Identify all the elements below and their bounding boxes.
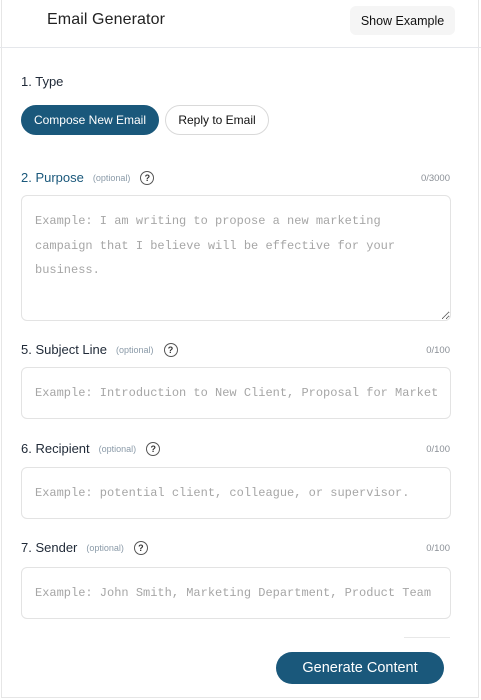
recipient-char-counter: 0/100 [426, 444, 450, 455]
subject-line-help-icon[interactable]: ? [163, 342, 178, 357]
purpose-textarea[interactable] [21, 195, 451, 321]
panel-title: Email Generator [47, 11, 165, 28]
sender-input[interactable] [21, 567, 451, 619]
purpose-label-text: 2. Purpose [21, 170, 84, 185]
show-example-button[interactable]: Show Example [350, 6, 455, 35]
purpose-help-icon[interactable]: ? [140, 170, 155, 185]
recipient-optional-tag: (optional) [98, 443, 137, 454]
subject-line-char-counter: 0/100 [426, 345, 450, 356]
subject-line-label: 5. Subject Line (optional) ? [21, 342, 178, 357]
sender-label-text: 7. Sender [21, 540, 78, 555]
compose-new-email-button[interactable]: Compose New Email [21, 105, 159, 135]
type-label: 1. Type [21, 74, 64, 89]
purpose-char-counter: 0/3000 [420, 173, 450, 184]
recipient-input[interactable] [21, 467, 451, 519]
reply-to-email-button[interactable]: Reply to Email [165, 105, 269, 135]
sender-optional-tag: (optional) [86, 542, 124, 553]
sender-char-counter: 0/100 [426, 543, 450, 554]
subject-line-label-text: 5. Subject Line [21, 342, 108, 357]
recipient-help-icon[interactable]: ? [146, 441, 161, 456]
sender-help-icon[interactable]: ? [133, 540, 148, 555]
divider [404, 637, 450, 638]
panel-header: Email Generator Show Example [0, 0, 481, 48]
sender-label: 7. Sender (optional) ? [21, 540, 148, 555]
subject-line-input[interactable] [21, 367, 451, 419]
purpose-label: 2. Purpose (optional) ? [21, 170, 155, 185]
subject-line-optional-tag: (optional) [116, 344, 154, 355]
purpose-optional-tag: (optional) [92, 172, 131, 183]
generate-content-button[interactable]: Generate Content [276, 652, 444, 684]
recipient-label: 6. Recipient (optional) ? [21, 441, 161, 456]
recipient-label-text: 6. Recipient [21, 441, 90, 456]
